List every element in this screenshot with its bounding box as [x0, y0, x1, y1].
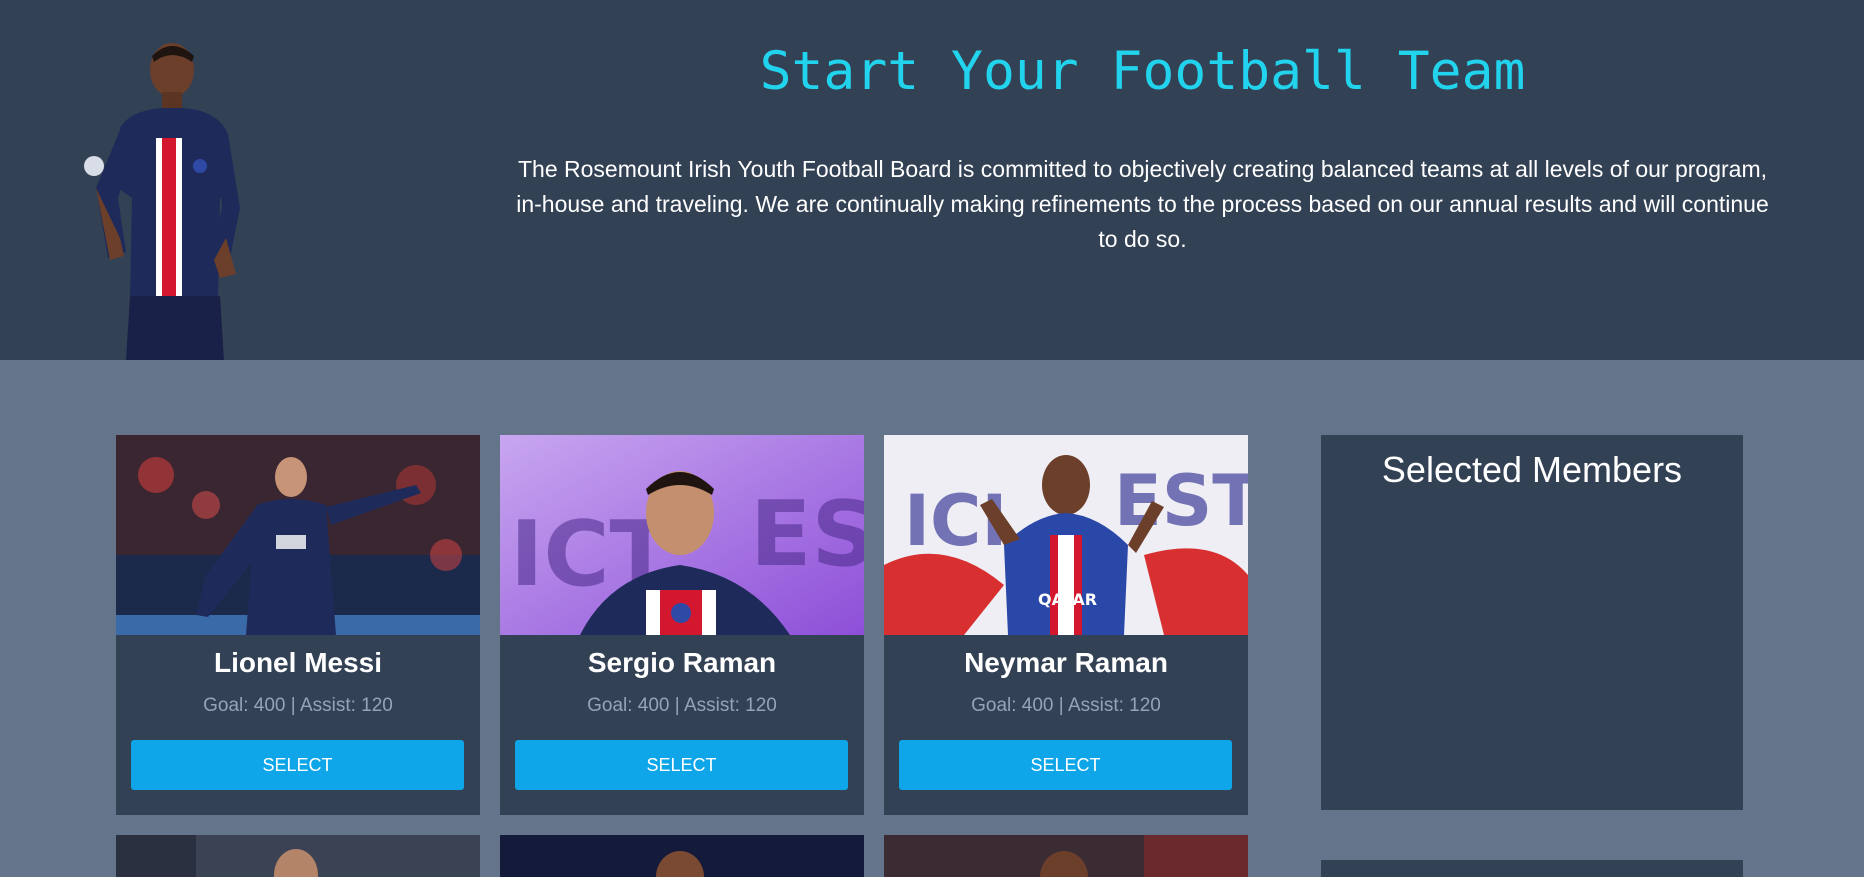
player-card: ICT EST Sergio Raman Goal: 400 | Assist:… — [500, 435, 864, 815]
player-photo — [116, 435, 480, 635]
player-card: Lionel Messi Goal: 400 | Assist: 120 SEL… — [116, 435, 480, 815]
select-button[interactable]: SELECT — [899, 740, 1232, 790]
svg-text:QATAR: QATAR — [1038, 590, 1097, 609]
selected-members-panel: Selected Members — [1321, 435, 1743, 810]
player-photo: ICI EST QATAR — [884, 435, 1248, 635]
selected-members-title: Selected Members — [1381, 449, 1683, 490]
player-stats: Goal: 400 | Assist: 120 — [971, 695, 1161, 716]
hero-header: Start Your Football Team The Rosemount I… — [0, 0, 1864, 360]
hero-player-image — [84, 43, 240, 360]
svg-text:EST: EST — [750, 482, 864, 587]
select-button[interactable]: SELECT — [515, 740, 848, 790]
player-stats: Goal: 400 | Assist: 120 — [587, 695, 777, 716]
player-card: ICI EST QATAR Neymar Raman Goal: 400 | A… — [884, 435, 1248, 815]
player-name: Lionel Messi — [213, 647, 383, 678]
player-photo — [116, 835, 480, 877]
player-photo: ICT EST — [500, 435, 864, 635]
svg-text:EST: EST — [1114, 460, 1248, 542]
player-photo — [500, 835, 864, 877]
player-photo — [884, 835, 1248, 877]
player-name: Sergio Raman — [587, 647, 777, 678]
page-description: The Rosemount Irish Youth Football Board… — [516, 156, 1769, 252]
select-button[interactable]: SELECT — [131, 740, 464, 790]
player-name: Neymar Raman — [964, 647, 1168, 678]
page-title: Start Your Football Team — [759, 41, 1526, 102]
secondary-panel — [1321, 860, 1743, 877]
player-stats: Goal: 400 | Assist: 120 — [203, 695, 393, 716]
